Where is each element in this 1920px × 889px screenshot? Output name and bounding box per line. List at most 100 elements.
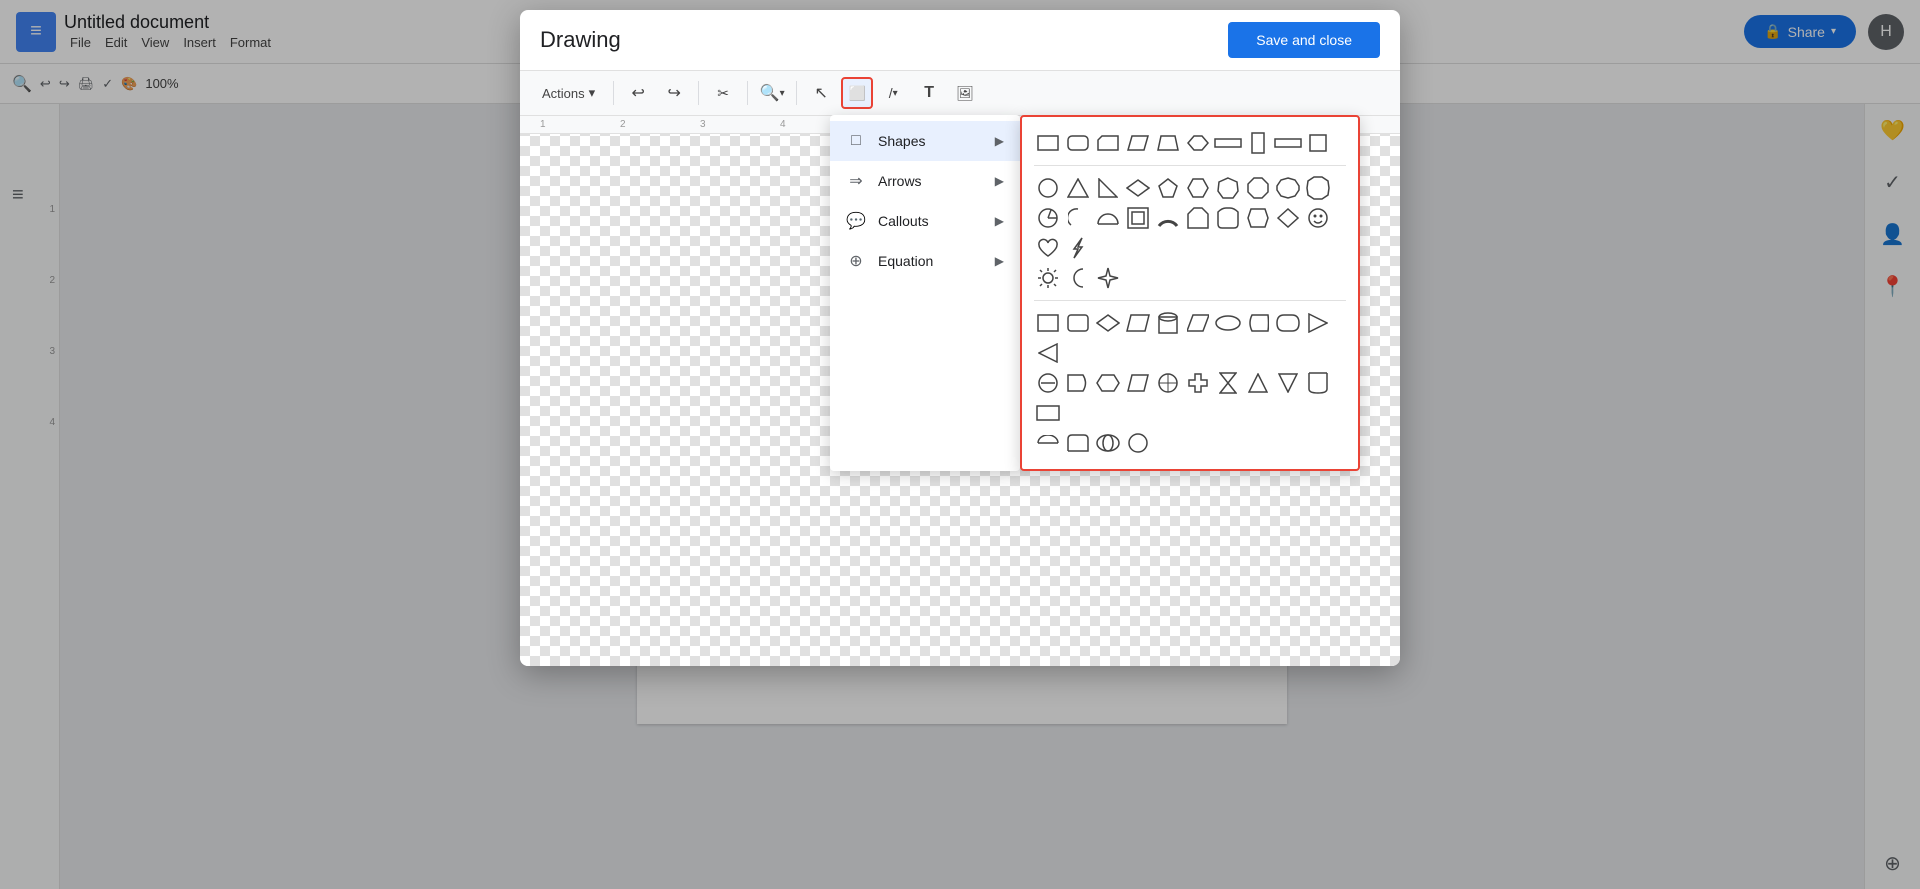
shape-triangle[interactable] (1064, 174, 1092, 202)
shapes-menu-item-callouts[interactable]: 💬 Callouts ▶ (830, 201, 1020, 241)
shape-dodecagon[interactable] (1304, 174, 1332, 202)
shape-flow-plus[interactable] (1184, 369, 1212, 397)
shapes-grid-row1 (1034, 129, 1346, 157)
redo-icon: ↪ (667, 83, 680, 103)
shapes-menu-item-equation[interactable]: ⊕ Equation ▶ (830, 241, 1020, 281)
shape-snip-rect[interactable] (1094, 129, 1122, 157)
undo-button[interactable]: ↩ (622, 77, 654, 109)
shape-flow-crosshatch[interactable] (1154, 369, 1182, 397)
shapes-submenu (1020, 115, 1360, 471)
image-icon: 🖼 (956, 85, 974, 102)
text-tool-button[interactable]: T (913, 77, 945, 109)
shape-flow-terminator[interactable] (1274, 309, 1302, 337)
shape-flow-chord[interactable] (1094, 429, 1122, 457)
shape-parallelogram[interactable] (1124, 129, 1152, 157)
shape-hexagon2[interactable] (1184, 174, 1212, 202)
drawing-title: Drawing (540, 27, 621, 53)
shape-flow-input[interactable] (1184, 309, 1212, 337)
shape-wide-rect[interactable] (1214, 129, 1242, 157)
separator-4 (796, 81, 797, 105)
shape-heptagon[interactable] (1214, 174, 1242, 202)
actions-button[interactable]: Actions ▾ (532, 79, 605, 107)
shapes-divider-2 (1034, 300, 1346, 301)
cursor-icon: ↖ (814, 83, 827, 103)
shapes-dropdown: □ Shapes ▶ ⇒ Arrows ▶ 💬 Callouts ▶ (830, 115, 1360, 471)
shape-heart[interactable] (1034, 234, 1062, 262)
shape-flow-tab[interactable] (1064, 429, 1092, 457)
shape-flow-triangle[interactable] (1304, 309, 1332, 337)
shape-oval[interactable] (1214, 309, 1242, 337)
shapes-grid-row4 (1034, 264, 1346, 292)
shape-flow-alt-process[interactable] (1064, 309, 1092, 337)
shapes-submenu-arrow: ▶ (995, 134, 1004, 148)
shape-lightning[interactable] (1064, 234, 1092, 262)
shape-circle[interactable] (1034, 174, 1062, 202)
redo-button[interactable]: ↪ (658, 77, 690, 109)
shape-flow-data[interactable] (1244, 309, 1272, 337)
shape-flow-cylinder[interactable] (1154, 309, 1182, 337)
shape-trapezoid[interactable] (1154, 129, 1182, 157)
shapes-menu-equation-icon: ⊕ (846, 251, 866, 271)
shape-moon[interactable] (1064, 264, 1092, 292)
actions-chevron-icon: ▾ (589, 85, 596, 101)
shapes-menu-item-arrows[interactable]: ⇒ Arrows ▶ (830, 161, 1020, 201)
separator-1 (613, 81, 614, 105)
line-tool-button[interactable]: / ▾ (877, 77, 909, 109)
separator-3 (747, 81, 748, 105)
shape-decagon[interactable] (1274, 174, 1302, 202)
shape-sun[interactable] (1034, 264, 1062, 292)
image-tool-button[interactable]: 🖼 (949, 77, 981, 109)
shape-flow-circle[interactable] (1124, 429, 1152, 457)
shapes-menu: □ Shapes ▶ ⇒ Arrows ▶ 💬 Callouts ▶ (830, 115, 1020, 471)
shapes-grid-row7 (1034, 429, 1346, 457)
shape-flow-cylinder2[interactable] (1304, 369, 1332, 397)
shape-flow-data2[interactable] (1124, 369, 1152, 397)
shape-smiley[interactable] (1304, 204, 1332, 232)
shape-block-arc[interactable] (1154, 204, 1182, 232)
shapes-menu-callouts-label: Callouts (878, 213, 929, 229)
shape-arc[interactable] (1064, 204, 1092, 232)
shape-rhombus[interactable] (1124, 174, 1152, 202)
shape-bevel[interactable] (1244, 204, 1272, 232)
shape-rectangle[interactable] (1034, 129, 1062, 157)
select-button[interactable]: ✂ (707, 77, 739, 109)
shape-snip-rect2[interactable] (1184, 204, 1212, 232)
shape-octagon[interactable] (1244, 174, 1272, 202)
equation-submenu-arrow: ▶ (995, 254, 1004, 268)
shapes-menu-item-shapes[interactable]: □ Shapes ▶ (830, 121, 1020, 161)
shape-diagonal-rect[interactable] (1274, 204, 1302, 232)
shape-flow-wide[interactable] (1034, 399, 1062, 427)
zoom-chevron: ▾ (780, 88, 785, 99)
shape-flow-down-triangle[interactable] (1274, 369, 1302, 397)
shape-frame[interactable] (1124, 204, 1152, 232)
save-and-close-button[interactable]: Save and close (1228, 22, 1380, 58)
shape-plaque[interactable] (1214, 204, 1242, 232)
shape-flow-delay[interactable] (1064, 369, 1092, 397)
shape-flow-parallelogram[interactable] (1124, 309, 1152, 337)
shape-flow-partial-circle[interactable] (1034, 429, 1062, 457)
shape-tall-rect[interactable] (1244, 129, 1272, 157)
shape-flow-process[interactable] (1034, 309, 1062, 337)
shape-flow-no-symbol[interactable] (1034, 369, 1062, 397)
shapes-menu-arrows-icon: ⇒ (846, 171, 866, 191)
zoom-button[interactable]: 🔍 ▾ (756, 77, 788, 109)
shape-wide-rect2[interactable] (1274, 129, 1302, 157)
shape-flow-up-triangle[interactable] (1244, 369, 1272, 397)
line-chevron: ▾ (893, 88, 898, 99)
cursor-button[interactable]: ↖ (805, 77, 837, 109)
shape-pentagon[interactable] (1154, 174, 1182, 202)
shape-pie[interactable] (1034, 204, 1062, 232)
shape-star4[interactable] (1094, 264, 1122, 292)
shape-flow-hourglass[interactable] (1214, 369, 1242, 397)
shape-flow-decision[interactable] (1094, 309, 1122, 337)
shape-right-triangle[interactable] (1094, 174, 1122, 202)
shape-rounded-rect[interactable] (1064, 129, 1092, 157)
shape-half-circle[interactable] (1094, 204, 1122, 232)
shape-inv-triangle[interactable] (1034, 339, 1062, 367)
actions-label: Actions (542, 86, 585, 101)
shape-hexagon[interactable] (1184, 129, 1212, 157)
shape-square[interactable] (1304, 129, 1332, 157)
separator-2 (698, 81, 699, 105)
shapes-tool-button[interactable]: ⬜ (841, 77, 873, 109)
shape-flow-preparation[interactable] (1094, 369, 1122, 397)
